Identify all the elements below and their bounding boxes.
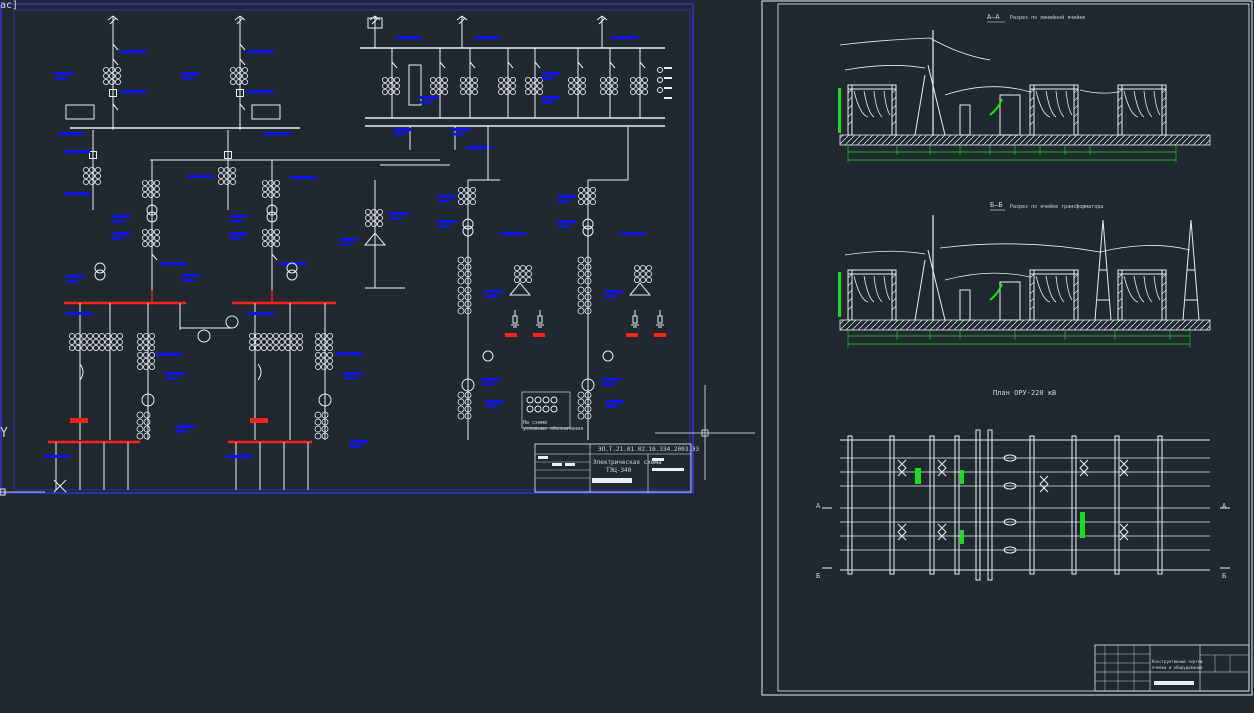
transformer-block-left <box>64 130 316 300</box>
stamp-code: ЭЛ.Т.21.01.02.1б.334.2003.ЭЗ <box>598 446 700 453</box>
section-b-title: Б–Б <box>990 201 1003 209</box>
aux-transformers <box>340 179 666 440</box>
section-b-b <box>838 209 1211 348</box>
stamp-title: Электрическая схема <box>593 459 662 466</box>
viewport-tag[interactable]: ас] <box>0 0 18 11</box>
ucs-y-label: Y <box>0 426 8 441</box>
cad-model-space[interactable] <box>0 0 1254 713</box>
cursor-crosshair-icon <box>655 385 755 480</box>
stamp2-title-1: Конструктивный чертеж <box>1152 659 1203 664</box>
plan-title: План ОРУ-220 кВ <box>993 389 1057 397</box>
section-a-a <box>838 21 1211 162</box>
bays-220kv-right <box>367 15 672 180</box>
sheet2-switchyard-drawing[interactable] <box>761 0 1253 696</box>
section-a-title: А–А <box>987 13 1000 21</box>
section-mark-b-right: Б <box>1222 572 1227 580</box>
section-mark-a-right: А <box>1222 502 1227 510</box>
sheet1-electrical-scheme[interactable] <box>0 3 694 494</box>
stamp2-title-2: ячейки и оборудования <box>1152 665 1203 670</box>
section-mark-b-left: Б <box>816 572 821 580</box>
bay-left-1 <box>55 15 146 135</box>
bay-left-2 <box>182 15 290 135</box>
section-b-note: Разрез по ячейке трансформатора <box>1010 204 1104 210</box>
section-a-note: Разрез по линейной ячейке <box>1010 15 1086 21</box>
legend-note-2: условные обозначения <box>523 426 584 432</box>
switchgear-6kv <box>44 262 368 490</box>
section-mark-a-left: А <box>816 502 821 510</box>
stamp-subtitle: ТЭЦ-340 <box>606 467 632 474</box>
plan-view <box>822 429 1230 581</box>
